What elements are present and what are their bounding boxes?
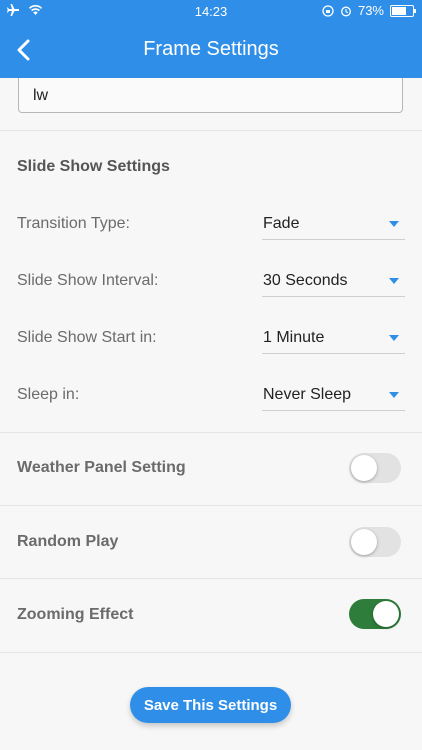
- divider: [0, 130, 422, 131]
- transition-type-dropdown[interactable]: Fade: [262, 211, 405, 240]
- sleep-in-value: Never Sleep: [263, 386, 352, 403]
- random-play-toggle[interactable]: [349, 527, 401, 557]
- battery-percent: 73%: [357, 3, 384, 18]
- app-header: 14:23 73% Frame Settings: [0, 0, 422, 78]
- dropdown-arrow-icon: [389, 392, 399, 398]
- sleep-in-label: Sleep in:: [17, 386, 80, 403]
- frame-name-value: lw: [33, 87, 49, 104]
- dropdown-arrow-icon: [389, 335, 399, 341]
- divider: [0, 432, 422, 433]
- frame-name-field[interactable]: lw: [18, 78, 403, 113]
- dropdown-arrow-icon: [389, 278, 399, 284]
- toggle-knob: [351, 529, 377, 555]
- slide-show-settings-title: Slide Show Settings: [17, 158, 170, 175]
- page-title: Frame Settings: [143, 38, 279, 60]
- zooming-effect-toggle[interactable]: [349, 599, 401, 629]
- slide-show-start-value: 1 Minute: [263, 329, 325, 346]
- toggle-knob: [351, 455, 377, 481]
- transition-type-value: Fade: [263, 215, 300, 232]
- slide-show-start-label: Slide Show Start in:: [17, 329, 157, 346]
- divider: [0, 652, 422, 653]
- alarm-icon: [341, 6, 351, 16]
- weather-panel-label: Weather Panel Setting: [17, 459, 186, 476]
- rotation-lock-icon: [322, 4, 334, 17]
- slide-show-interval-value: 30 Seconds: [263, 272, 348, 289]
- status-bar: 14:23 73%: [0, 0, 422, 22]
- sleep-in-dropdown[interactable]: Never Sleep: [262, 382, 405, 411]
- transition-type-label: Transition Type:: [17, 215, 130, 232]
- slide-show-start-dropdown[interactable]: 1 Minute: [262, 325, 405, 354]
- divider: [0, 578, 422, 579]
- slide-show-interval-label: Slide Show Interval:: [17, 272, 159, 289]
- weather-panel-toggle[interactable]: [349, 453, 401, 483]
- toggle-knob: [373, 601, 399, 627]
- slide-show-interval-dropdown[interactable]: 30 Seconds: [262, 268, 405, 297]
- battery-icon: [390, 4, 416, 17]
- dropdown-arrow-icon: [389, 221, 399, 227]
- random-play-label: Random Play: [17, 533, 119, 550]
- divider: [0, 505, 422, 506]
- zooming-effect-label: Zooming Effect: [17, 606, 134, 623]
- save-settings-button[interactable]: Save This Settings: [130, 687, 291, 723]
